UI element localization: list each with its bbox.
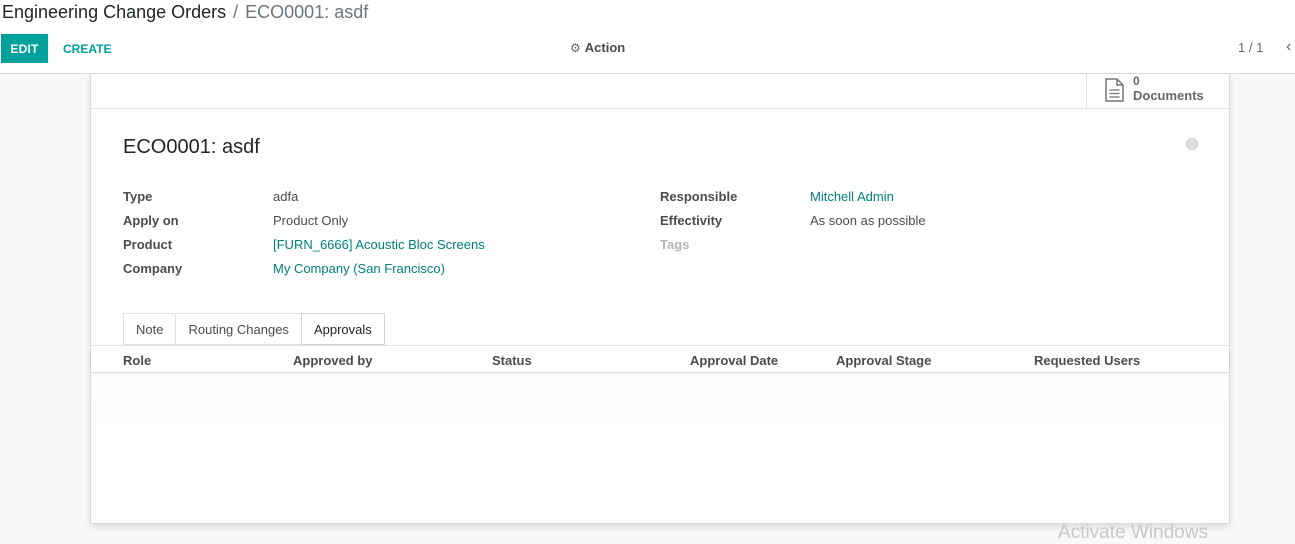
column-header-approval-stage[interactable]: Approval Stage [836,353,931,368]
gear-icon: ⚙ [570,40,581,55]
notebook-tabs: Note Routing Changes Approvals [123,313,385,346]
documents-smart-button[interactable]: 0 Documents [1086,74,1229,108]
field-label-type: Type [123,189,153,204]
action-menu-button[interactable]: ⚙ Action [570,40,625,55]
action-label: Action [584,40,626,55]
field-label-effectivity: Effectivity [660,213,723,228]
field-value-type: adfa [273,189,299,204]
field-label-tags: Tags [660,237,690,252]
approvals-table-header: Role Approved by Status Approval Date Ap… [91,346,1229,373]
kanban-state-icon[interactable] [1186,138,1198,150]
field-label-apply-on: Apply on [123,213,179,228]
document-icon [1105,78,1124,102]
tab-approvals[interactable]: Approvals [300,313,385,345]
breadcrumb-current: ECO0001: asdf [245,2,369,22]
field-value-product-link[interactable]: [FURN_6666] Acoustic Bloc Screens [273,237,485,252]
column-header-approved-by[interactable]: Approved by [293,353,372,368]
table-row [91,374,1229,399]
column-header-approval-date[interactable]: Approval Date [690,353,778,368]
field-label-responsible: Responsible [660,189,738,204]
field-value-company-link[interactable]: My Company (San Francisco) [273,261,445,276]
smart-button-box: 0 Documents [91,74,1229,109]
table-row [91,399,1229,424]
tab-routing-changes[interactable]: Routing Changes [175,313,301,345]
chevron-left-icon[interactable]: ‹ [1286,38,1291,56]
field-label-company: Company [123,261,183,276]
documents-label: Documents [1133,88,1204,103]
field-label-product: Product [123,237,173,252]
field-value-effectivity: As soon as possible [810,213,926,228]
documents-count: 0 [1133,74,1140,88]
form-sheet: 0 Documents ECO0001: asdf Type adfa Appl… [90,74,1230,524]
field-value-responsible-link[interactable]: Mitchell Admin [810,189,894,204]
breadcrumb-separator: / [233,2,239,22]
field-value-apply-on: Product Only [273,213,349,228]
column-header-requested-users[interactable]: Requested Users [1034,353,1140,368]
column-header-status[interactable]: Status [492,353,532,368]
column-header-role[interactable]: Role [123,353,151,368]
create-button[interactable]: CREATE [56,34,118,63]
breadcrumb-parent-link[interactable]: Engineering Change Orders [2,2,226,22]
edit-button[interactable]: EDIT [1,34,48,63]
tab-note[interactable]: Note [123,313,176,345]
control-panel: Engineering Change Orders / ECO0001: asdf … [0,0,1295,74]
pager-value[interactable]: 1 / 1 [1238,40,1263,55]
record-title: ECO0001: asdf [123,136,260,158]
breadcrumb: Engineering Change Orders / ECO0001: asdf [2,1,368,23]
activate-windows-watermark: Activate Windows [1058,522,1208,543]
